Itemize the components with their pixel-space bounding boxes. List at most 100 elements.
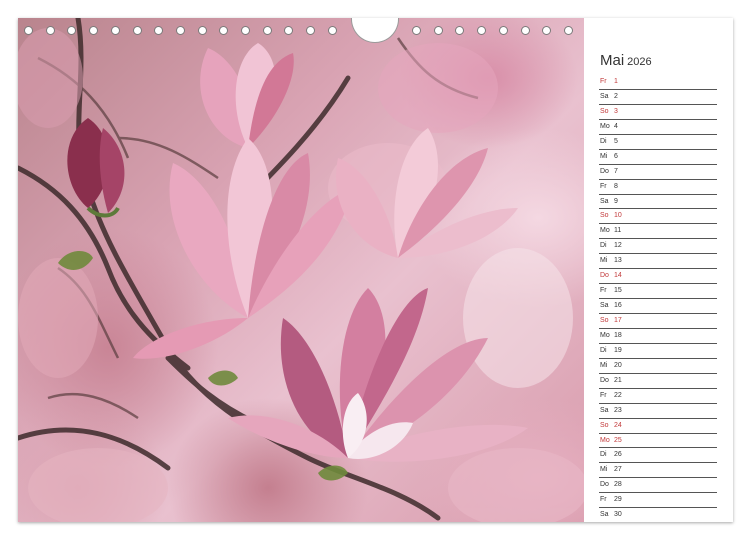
weekday-label: Di — [600, 137, 607, 145]
day-row: Do 7 — [599, 165, 717, 180]
day-number: 23 — [614, 406, 622, 414]
day-row: Sa 16 — [599, 299, 717, 314]
binding-hole — [412, 26, 421, 35]
weekday-label: Mi — [600, 361, 608, 369]
day-row: Fr 1 — [599, 75, 717, 90]
binding-hole — [197, 26, 207, 35]
calendar-page: Mai 2026 Fr 1 Sa 2 So 3 Mo 4 Di 5 Mi 6 Do 7 Fr 8 Sa 9 So 10 M… — [18, 18, 733, 522]
weekday-label: Do — [600, 167, 609, 175]
day-row: Fr 22 — [599, 389, 717, 404]
binding-hole — [477, 26, 487, 35]
weekday-label: Mo — [600, 331, 610, 339]
day-row: Do 21 — [599, 374, 717, 389]
weekday-label: Sa — [600, 302, 609, 310]
day-row: Sa 2 — [599, 90, 717, 105]
day-row: Sa 23 — [599, 404, 717, 419]
day-row: So 24 — [599, 419, 717, 434]
binding-hole — [45, 26, 55, 35]
binding-hole — [498, 26, 508, 35]
day-number: 25 — [614, 436, 622, 444]
day-number: 8 — [614, 182, 618, 190]
weekday-label: Mo — [600, 436, 610, 444]
magnolia-photo — [18, 18, 584, 522]
binding-hole — [520, 26, 530, 35]
weekday-label: So — [600, 317, 609, 324]
weekday-label: Mi — [600, 466, 608, 474]
day-number: 10 — [614, 212, 622, 220]
day-number: 1 — [614, 78, 618, 85]
day-number: 16 — [614, 302, 622, 310]
weekday-label: Sa — [600, 92, 609, 100]
day-row: Mi 13 — [599, 254, 717, 270]
day-number: 19 — [614, 346, 622, 354]
binding-hole — [327, 26, 337, 35]
day-row: Do 14 — [599, 269, 717, 285]
binding-hole — [110, 26, 120, 35]
day-number: 30 — [614, 511, 622, 519]
day-row: Di 19 — [599, 344, 717, 359]
day-row: Di 5 — [599, 135, 717, 150]
binding-hole — [24, 26, 33, 35]
weekday-label: Fr — [600, 182, 607, 190]
binding-hole — [542, 26, 552, 35]
weekday-label: Do — [600, 272, 609, 280]
binding-hole — [154, 26, 164, 35]
weekday-label: Di — [600, 451, 607, 459]
binding-hole — [241, 26, 250, 35]
day-number: 24 — [614, 421, 622, 429]
binding-hole — [132, 26, 142, 35]
day-number: 18 — [614, 331, 622, 339]
weekday-label: Sa — [600, 511, 609, 519]
day-number: 11 — [614, 227, 622, 235]
weekday-label: Sa — [600, 406, 609, 414]
weekday-label: Mo — [600, 122, 610, 130]
magnolia-illustration — [18, 18, 584, 522]
day-row: Mi 6 — [599, 150, 717, 165]
weekday-label: Fr — [600, 78, 607, 85]
day-number: 15 — [614, 287, 622, 295]
binding-hole — [219, 26, 229, 35]
weekday-label: Mi — [600, 152, 608, 160]
day-row: Mi 20 — [599, 359, 717, 374]
weekday-label: Do — [600, 481, 609, 489]
binding-hole — [262, 26, 272, 35]
day-number: 26 — [614, 451, 622, 459]
day-row: So 10 — [599, 209, 717, 225]
day-row: Fr 15 — [599, 284, 717, 300]
day-list: Fr 1 Sa 2 So 3 Mo 4 Di 5 Mi 6 Do 7 Fr 8 Sa 9 So 10 Mo 11 Di 12 M… — [599, 75, 717, 522]
day-row: Di 26 — [599, 448, 717, 464]
day-row: Di 12 — [599, 239, 717, 255]
weekday-label: So — [600, 421, 609, 429]
weekday-label: Mi — [600, 257, 608, 265]
day-number: 2 — [614, 92, 618, 100]
weekday-label: Do — [600, 376, 609, 384]
month-year: 2026 — [627, 56, 652, 68]
weekday-label: Sa — [600, 197, 609, 205]
month-name: Mai — [600, 52, 625, 69]
day-number: 27 — [614, 466, 622, 474]
day-number: 13 — [614, 257, 622, 265]
weekday-label: Mo — [600, 227, 610, 235]
day-row: So 3 — [599, 105, 717, 120]
day-number: 28 — [614, 481, 622, 489]
day-row: Mo 25 — [599, 434, 717, 449]
binding-hole — [175, 26, 185, 35]
weekday-label: Fr — [600, 496, 607, 504]
weekday-label: Fr — [600, 391, 607, 399]
binding-hole — [89, 26, 99, 35]
day-number: 9 — [614, 197, 618, 205]
day-number: 12 — [614, 242, 622, 250]
weekday-label: So — [600, 107, 609, 115]
calendar-panel: Mai 2026 Fr 1 Sa 2 So 3 Mo 4 Di 5 Mi 6 Do 7 Fr 8 Sa 9 So 10 M… — [584, 18, 733, 522]
binding-hole — [284, 26, 294, 35]
day-row: Mo 18 — [599, 329, 717, 344]
day-row: Mo 4 — [599, 120, 717, 135]
day-row: Do 28 — [599, 478, 717, 494]
day-number: 4 — [614, 122, 618, 130]
day-row: Sa 30 — [599, 508, 717, 522]
binding-hole — [306, 26, 316, 35]
month-title: Mai 2026 — [600, 52, 652, 69]
day-number: 21 — [614, 376, 622, 384]
day-number: 22 — [614, 391, 622, 399]
binding-hole — [433, 26, 443, 35]
